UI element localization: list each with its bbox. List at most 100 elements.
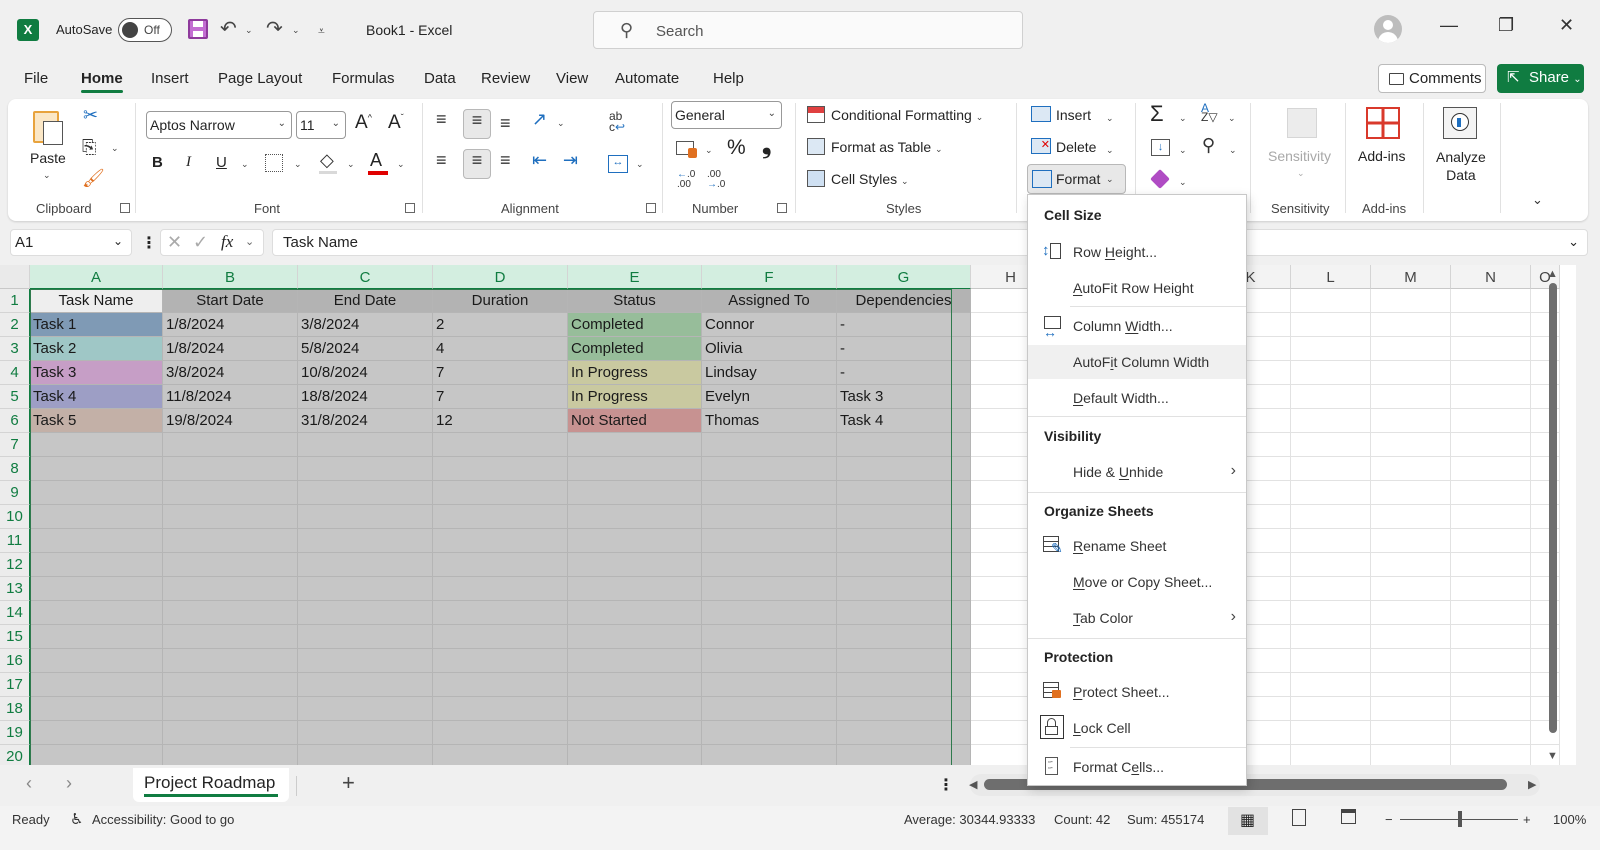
cell-A16[interactable] (30, 649, 163, 673)
cell-G9[interactable] (837, 481, 971, 505)
cell-A19[interactable] (30, 721, 163, 745)
row-header-19[interactable]: 19 (0, 721, 30, 745)
row-header-5[interactable]: 5 (0, 385, 30, 409)
cell-A7[interactable] (30, 433, 163, 457)
cell-N13[interactable] (1451, 577, 1531, 601)
align-middle-icon[interactable]: ≡ (463, 109, 491, 139)
merge-dropdown-icon[interactable]: ⌄ (636, 159, 644, 170)
cell-D8[interactable] (433, 457, 568, 481)
cell-N18[interactable] (1451, 697, 1531, 721)
cell-D13[interactable] (433, 577, 568, 601)
decrease-indent-icon[interactable]: ⇤ (532, 150, 547, 171)
cell-A1[interactable]: Task Name (30, 289, 163, 313)
cell-E7[interactable] (568, 433, 702, 457)
cell-L4[interactable] (1291, 361, 1371, 385)
tab-formulas[interactable]: Formulas (332, 70, 395, 87)
row-header-10[interactable]: 10 (0, 505, 30, 529)
cell-D17[interactable] (433, 673, 568, 697)
cell-N11[interactable] (1451, 529, 1531, 553)
autosum-dropdown-icon[interactable]: ⌄ (1179, 113, 1187, 124)
cell-E4[interactable]: In Progress (568, 361, 702, 385)
cell-N4[interactable] (1451, 361, 1531, 385)
cell-L16[interactable] (1291, 649, 1371, 673)
scroll-right-icon[interactable]: ▶ (1528, 778, 1536, 791)
cell-E10[interactable] (568, 505, 702, 529)
menu-item-tab-color[interactable]: Tab Color › (1028, 601, 1246, 635)
cell-G16[interactable] (837, 649, 971, 673)
font-size-select[interactable]: 11 ⌄ (296, 111, 346, 139)
cell-C17[interactable] (298, 673, 433, 697)
paste-icon[interactable] (33, 107, 67, 147)
bold-button[interactable]: B (152, 154, 163, 171)
cell-D9[interactable] (433, 481, 568, 505)
format-cells-dropdown-button[interactable]: Format ⌄ (1027, 164, 1126, 194)
cell-styles-button[interactable]: Cell Styles ⌄ (831, 171, 909, 187)
cell-L10[interactable] (1291, 505, 1371, 529)
cell-F15[interactable] (702, 625, 837, 649)
row-header-4[interactable]: 4 (0, 361, 30, 385)
column-header-b[interactable]: B (163, 265, 298, 289)
align-top-icon[interactable]: ≡ (436, 109, 447, 130)
conditional-formatting-icon[interactable] (807, 106, 825, 123)
font-name-select[interactable]: Aptos Narrow ⌄ (146, 111, 292, 139)
row-header-3[interactable]: 3 (0, 337, 30, 361)
cell-B10[interactable] (163, 505, 298, 529)
cell-N8[interactable] (1451, 457, 1531, 481)
cell-C11[interactable] (298, 529, 433, 553)
cell-A9[interactable] (30, 481, 163, 505)
align-left-icon[interactable]: ≡ (436, 150, 447, 171)
cell-N2[interactable] (1451, 313, 1531, 337)
cell-G4[interactable]: - (837, 361, 971, 385)
cell-N9[interactable] (1451, 481, 1531, 505)
cell-N12[interactable] (1451, 553, 1531, 577)
next-sheet-icon[interactable]: › (66, 773, 72, 794)
analyze-data-icon[interactable] (1443, 107, 1477, 139)
cell-B4[interactable]: 3/8/2024 (163, 361, 298, 385)
decrease-decimal-icon[interactable]: .00 →.0 (707, 170, 725, 190)
tab-page-layout[interactable]: Page Layout (218, 70, 302, 87)
cell-E18[interactable] (568, 697, 702, 721)
cell-B6[interactable]: 19/8/2024 (163, 409, 298, 433)
cell-B13[interactable] (163, 577, 298, 601)
cell-F19[interactable] (702, 721, 837, 745)
cell-D16[interactable] (433, 649, 568, 673)
merge-center-icon[interactable]: ↔ (608, 155, 628, 173)
cell-B7[interactable] (163, 433, 298, 457)
cancel-icon[interactable]: ✕ (167, 232, 182, 253)
format-as-table-icon[interactable] (807, 138, 825, 155)
accessibility-status[interactable]: Accessibility: Good to go (92, 812, 234, 827)
cell-M11[interactable] (1371, 529, 1451, 553)
cell-F12[interactable] (702, 553, 837, 577)
cell-L15[interactable] (1291, 625, 1371, 649)
restore-button[interactable]: ❐ (1498, 15, 1514, 36)
find-select-icon[interactable]: ⚲ (1202, 135, 1215, 156)
cell-L17[interactable] (1291, 673, 1371, 697)
cell-M18[interactable] (1371, 697, 1451, 721)
cell-B2[interactable]: 1/8/2024 (163, 313, 298, 337)
cell-A5[interactable]: Task 4 (30, 385, 163, 409)
italic-button[interactable]: I (186, 154, 191, 171)
menu-item-lock-cell[interactable]: Lock Cell (1028, 711, 1246, 745)
menu-item-row-height[interactable]: ↕ Row Height... (1028, 235, 1246, 269)
delete-cells-icon[interactable]: ✕ (1031, 138, 1051, 154)
number-format-select[interactable]: General ⌄ (671, 101, 782, 129)
tab-help[interactable]: Help (713, 70, 744, 87)
cell-B14[interactable] (163, 601, 298, 625)
cell-G5[interactable]: Task 3 (837, 385, 971, 409)
cell-A4[interactable]: Task 3 (30, 361, 163, 385)
cell-L12[interactable] (1291, 553, 1371, 577)
cell-N1[interactable] (1451, 289, 1531, 313)
cell-styles-icon[interactable] (807, 170, 825, 187)
clipboard-launcher-icon[interactable]: ↘ (120, 203, 130, 213)
cell-C15[interactable] (298, 625, 433, 649)
cell-N14[interactable] (1451, 601, 1531, 625)
cell-N5[interactable] (1451, 385, 1531, 409)
tab-data[interactable]: Data (424, 70, 456, 87)
cell-M19[interactable] (1371, 721, 1451, 745)
align-bottom-icon[interactable]: ≡ (500, 113, 511, 134)
cell-G18[interactable] (837, 697, 971, 721)
row-header-8[interactable]: 8 (0, 457, 30, 481)
find-dropdown-icon[interactable]: ⌄ (1229, 145, 1237, 156)
tab-review[interactable]: Review (481, 70, 530, 87)
cell-E12[interactable] (568, 553, 702, 577)
